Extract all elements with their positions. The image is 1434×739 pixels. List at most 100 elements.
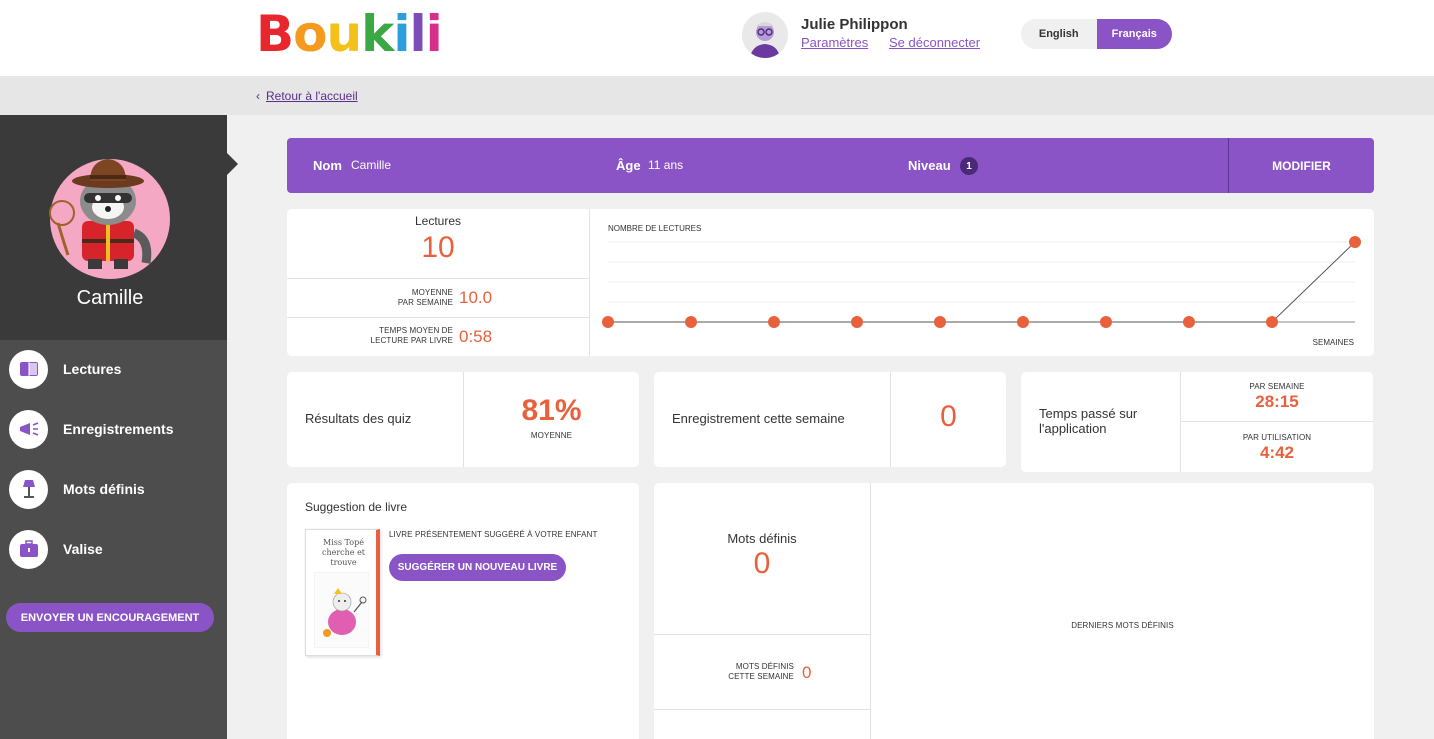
divider (654, 634, 870, 635)
chart-point[interactable] (1183, 316, 1195, 328)
words-title: Mots définis (727, 531, 797, 546)
suitcase-icon (9, 529, 48, 569)
quiz-label: Résultats des quiz (305, 411, 412, 426)
chart-point[interactable] (1100, 316, 1112, 328)
suggestion-title: Suggestion de livre (305, 500, 408, 514)
chevron-left-icon: ‹ (256, 89, 260, 103)
quiz-value: 81% (521, 394, 582, 427)
sidebar-item-label: Enregistrements (63, 421, 174, 437)
sidebar-item-enregistrements[interactable]: Enregistrements (0, 405, 227, 453)
chart-point[interactable] (934, 316, 946, 328)
settings-link[interactable]: Paramètres (801, 35, 868, 50)
age-label: Âge (616, 158, 641, 173)
child-avatar (49, 159, 170, 279)
per-use-label: PAR UTILISATION (1242, 433, 1312, 442)
child-profile-panel: Camille (0, 115, 227, 340)
readings-chart: NOMBRE DE LECTURES SEMAINES (602, 224, 1361, 347)
words-week-label: MOTS DÉFINIS CETTE SEMAINE (704, 662, 794, 682)
suggest-new-book-button[interactable]: SUGGÉRER UN NOUVEAU LIVRE (389, 554, 566, 581)
words-week-label-line: MOTS DÉFINIS (735, 662, 794, 671)
user-name: Julie Philippon (801, 16, 908, 33)
child-name: Camille (76, 287, 144, 309)
sidebar-item-mots-definis[interactable]: Mots définis (0, 465, 227, 513)
send-encouragement-button[interactable]: ENVOYER UN ENCOURAGEMENT (6, 603, 214, 632)
time-label-line: LECTURE PAR LIVRE (370, 336, 453, 345)
avg-time-value: 0:58 (459, 327, 493, 346)
breadcrumb-bar: ‹ Retour à l'accueil (0, 76, 1434, 115)
time-label-line: TEMPS MOYEN DE (379, 326, 453, 335)
avg-per-week-value: 10.0 (459, 288, 493, 307)
level-label: Niveau (908, 158, 951, 173)
logo-letter: i (425, 5, 443, 63)
chart-point[interactable] (1017, 316, 1029, 328)
per-use-value: 4:42 (1259, 443, 1295, 462)
recordings-value: 0 (940, 400, 957, 433)
divider (1181, 421, 1373, 422)
avg-time-label: TEMPS MOYEN DE LECTURE PAR LIVRE (347, 326, 453, 346)
brand-logo[interactable]: Boukili (256, 5, 443, 63)
divider (287, 317, 589, 318)
lamp-icon (9, 469, 48, 509)
profile-bar: Nom Camille Âge 11 ans Niveau MODIFIER (287, 138, 1374, 193)
book-illustration (314, 572, 369, 648)
lang-english-button[interactable]: English (1021, 19, 1097, 49)
per-week-value: 28:15 (1255, 392, 1299, 411)
current-suggestion-label: LIVRE PRÉSENTEMENT SUGGÉRÉ À VOTRE ENFAN… (389, 530, 598, 539)
sidebar-item-lectures[interactable]: Lectures (0, 345, 227, 393)
readings-title: Lectures (414, 214, 462, 228)
chart-point[interactable] (602, 316, 614, 328)
avg-label-line: MOYENNE (411, 288, 453, 297)
book-cover[interactable]: Miss Topé cherche et trouve (305, 529, 380, 656)
recordings-card: Enregistrement cette semaine 0 (654, 372, 1006, 467)
book-title: Miss Topé cherche et trouve (321, 538, 366, 567)
logo-letter: k (361, 5, 394, 63)
app-time-label: Temps passé sur l'application (1039, 406, 1138, 436)
back-home-link[interactable]: Retour à l'accueil (266, 89, 358, 103)
per-week-label: PAR SEMAINE (1249, 382, 1305, 391)
chart-point[interactable] (851, 316, 863, 328)
quiz-sub: MOYENNE (530, 431, 573, 440)
sidebar-item-valise[interactable]: Valise (0, 525, 227, 573)
logo-letter: u (326, 5, 362, 63)
chart-xlabel: SEMAINES (1313, 338, 1354, 347)
divider (870, 483, 871, 739)
defined-words-card: Mots définis 0 MOTS DÉFINIS CETTE SEMAIN… (654, 483, 1374, 739)
readings-total: 10 (421, 231, 455, 264)
book-icon (9, 349, 48, 389)
modify-button[interactable]: MODIFIER (1229, 138, 1374, 193)
megaphone-icon (9, 409, 48, 449)
sidebar: Camille Lectures Enregistrements Mots dé… (0, 115, 238, 739)
chart-point[interactable] (685, 316, 697, 328)
lang-french-button[interactable]: Français (1096, 19, 1172, 49)
readings-card: Lectures 10 MOYENNE PAR SEMAINE 10.0 TEM… (287, 209, 1374, 356)
logo-letter: l (409, 5, 427, 63)
name-label: Nom (313, 158, 342, 173)
age-value: 11 ans (648, 158, 684, 172)
logo-letter: i (393, 5, 410, 63)
sidebar-item-label: Mots définis (63, 481, 145, 497)
top-header: Boukili Julie Philippon Paramètres Se dé… (0, 0, 1434, 76)
avg-per-week-label: MOYENNE PAR SEMAINE (367, 288, 453, 308)
sidebar-item-label: Valise (63, 541, 103, 557)
active-pointer (227, 153, 238, 175)
name-value: Camille (351, 158, 392, 172)
words-total: 0 (753, 547, 771, 580)
quiz-card: Résultats des quiz 81% MOYENNE (287, 372, 639, 467)
app-time-card: Temps passé sur l'application PAR SEMAIN… (1021, 372, 1373, 472)
chart-point[interactable] (768, 316, 780, 328)
logo-letter: B (256, 5, 294, 63)
words-week-value: 0 (802, 663, 812, 682)
latest-words-label: DERNIERS MOTS DÉFINIS (1071, 621, 1174, 630)
chart-point[interactable] (1266, 316, 1278, 328)
divider (654, 709, 870, 710)
divider (287, 278, 589, 279)
logout-link[interactable]: Se déconnecter (889, 35, 980, 50)
words-week-label-line: CETTE SEMAINE (728, 672, 794, 681)
avg-label-line: PAR SEMAINE (397, 298, 453, 307)
language-switch: English Français (1021, 19, 1172, 49)
logo-letter: o (293, 5, 327, 63)
user-avatar (742, 12, 788, 58)
recordings-label: Enregistrement cette semaine (672, 411, 845, 426)
chart-point[interactable] (1349, 236, 1361, 248)
breadcrumb: ‹ Retour à l'accueil (256, 89, 358, 103)
